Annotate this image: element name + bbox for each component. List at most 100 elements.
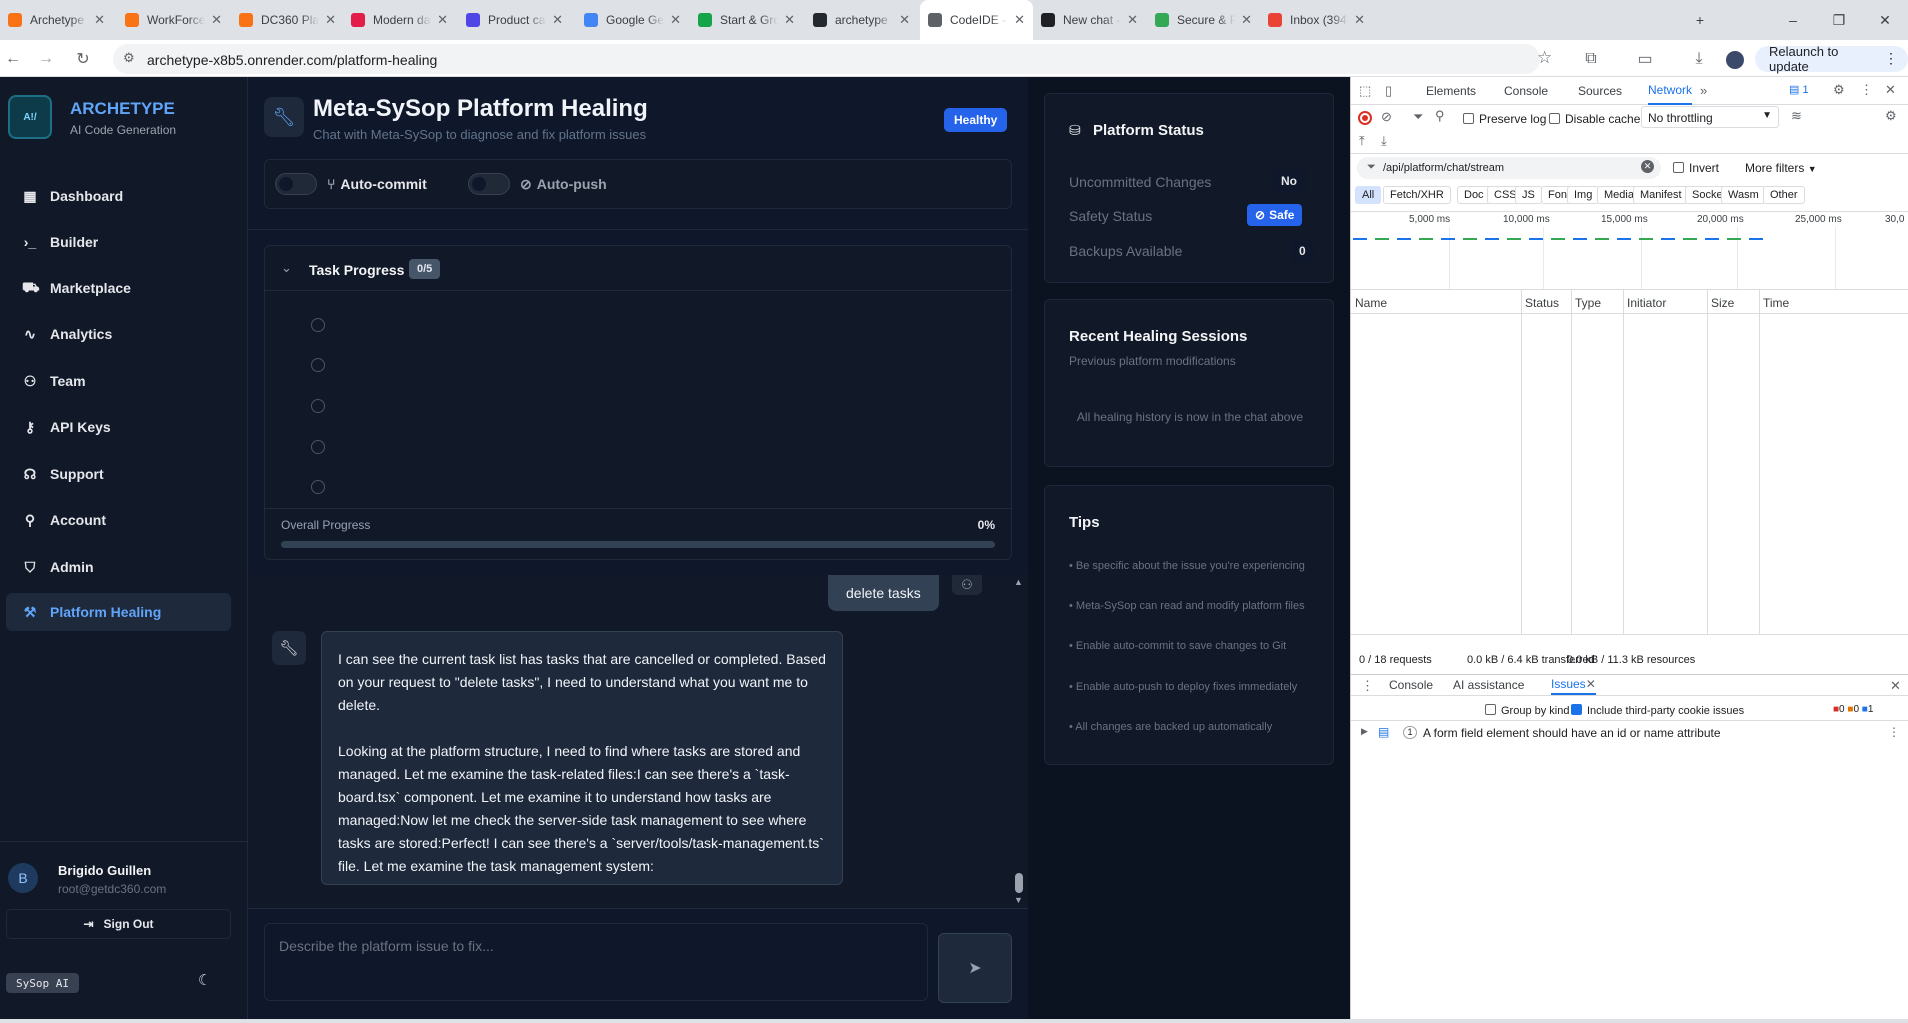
- type-filter-wasm[interactable]: Wasm: [1721, 186, 1766, 204]
- browser-tab[interactable]: WorkForceO ✕: [117, 0, 230, 40]
- type-filter-fetch-xhr[interactable]: Fetch/XHR: [1383, 186, 1451, 204]
- close-tab-icon[interactable]: ✕: [1586, 677, 1596, 691]
- download-icon[interactable]: ⤓: [1686, 46, 1712, 72]
- close-tab-icon[interactable]: ✕: [552, 12, 563, 28]
- more-tabs-icon[interactable]: »: [1700, 83, 1707, 98]
- close-window-icon[interactable]: ✕: [1862, 0, 1908, 40]
- issues-counter[interactable]: ▤ 1: [1789, 83, 1809, 96]
- sidebar-item-api-keys[interactable]: ⚷ API Keys: [6, 408, 231, 446]
- relaunch-button[interactable]: Relaunch to update ⋮: [1755, 44, 1908, 74]
- minimize-icon[interactable]: –: [1770, 0, 1816, 40]
- sidebar-item-builder[interactable]: ›_ Builder: [6, 223, 231, 261]
- forward-icon[interactable]: →: [33, 46, 59, 72]
- drawer-tab-issues[interactable]: Issues ✕: [1551, 675, 1596, 695]
- profile-avatar[interactable]: [1726, 51, 1744, 69]
- sidebar-item-dashboard[interactable]: ▦ Dashboard: [6, 177, 231, 215]
- close-drawer-icon[interactable]: ✕: [1890, 678, 1901, 694]
- close-tab-icon[interactable]: ✕: [325, 12, 336, 28]
- throttling-select[interactable]: No throttling ▼: [1641, 106, 1779, 128]
- type-filter-manifest[interactable]: Manifest: [1633, 186, 1689, 204]
- tab-elements[interactable]: Elements: [1426, 77, 1476, 105]
- browser-tab[interactable]: Secure & Pro ✕: [1147, 0, 1260, 40]
- clear-filter-icon[interactable]: ✕: [1641, 160, 1654, 173]
- drawer-tab-ai-assistance[interactable]: AI assistance: [1453, 675, 1524, 695]
- issue-row[interactable]: ▶ ▤ 1 A form field element should have a…: [1351, 721, 1908, 745]
- filter-icon[interactable]: ⏷: [1413, 109, 1423, 125]
- import-har-icon[interactable]: ⤒: [1359, 133, 1365, 149]
- drawer-tab-console[interactable]: Console: [1389, 675, 1433, 695]
- send-button[interactable]: ➤: [938, 933, 1012, 1003]
- site-info-icon[interactable]: ⚙: [123, 50, 135, 66]
- device-toolbar-icon[interactable]: ▯: [1385, 83, 1392, 99]
- network-settings-icon[interactable]: ⚙: [1885, 108, 1897, 124]
- browser-tab[interactable]: New chat - G ✕: [1033, 0, 1146, 40]
- browser-tab[interactable]: Inbox (394) - ✕: [1260, 0, 1373, 40]
- include-third-party-checkbox[interactable]: Include third-party cookie issues: [1571, 704, 1744, 717]
- type-filter-other[interactable]: Other: [1763, 186, 1805, 204]
- record-icon[interactable]: [1358, 111, 1372, 125]
- type-filter-all[interactable]: All: [1355, 186, 1382, 204]
- close-tab-icon[interactable]: ✕: [94, 12, 105, 28]
- tab-network[interactable]: Network: [1648, 77, 1693, 105]
- group-by-kind-checkbox[interactable]: Group by kind: [1485, 704, 1569, 717]
- close-tab-icon[interactable]: ✕: [1354, 12, 1365, 28]
- address-bar[interactable]: ⚙ archetype-x8b5.onrender.com/platform-h…: [113, 44, 1552, 74]
- clear-icon[interactable]: ⊘: [1381, 109, 1392, 125]
- restore-icon[interactable]: ❐: [1816, 0, 1862, 40]
- back-icon[interactable]: ←: [0, 46, 26, 72]
- browser-tab[interactable]: CodeIDE - Se ✕: [920, 0, 1033, 40]
- close-tab-icon[interactable]: ✕: [670, 12, 681, 28]
- cast-icon[interactable]: ▭: [1632, 46, 1658, 72]
- devtools-menu-icon[interactable]: ⋮: [1860, 82, 1873, 98]
- sidebar-item-marketplace[interactable]: ⛟ Marketplace: [6, 269, 231, 307]
- invert-checkbox[interactable]: Invert: [1673, 161, 1719, 175]
- issue-menu-icon[interactable]: ⋮: [1888, 725, 1900, 739]
- inspect-element-icon[interactable]: ⬚: [1359, 83, 1371, 99]
- preserve-log-checkbox[interactable]: Preserve log: [1463, 112, 1546, 126]
- disable-cache-checkbox[interactable]: Disable cache: [1549, 112, 1640, 126]
- sidebar-item-admin[interactable]: ⛉ Admin: [6, 548, 231, 586]
- sidebar-item-account[interactable]: ⚲ Account: [6, 501, 231, 539]
- export-har-icon[interactable]: ⤓: [1381, 133, 1387, 149]
- column-header-time[interactable]: Time: [1763, 296, 1789, 310]
- moon-icon[interactable]: ☾: [198, 971, 211, 989]
- chat-scroll-area[interactable]: delete tasks ⚇ 🔧︎ I can see the current …: [248, 575, 1028, 908]
- column-header-status[interactable]: Status: [1525, 296, 1559, 310]
- extensions-icon[interactable]: ⧉: [1578, 46, 1604, 72]
- bookmark-star-icon[interactable]: ☆: [1537, 48, 1552, 68]
- scroll-up-icon[interactable]: ▲: [1014, 577, 1023, 587]
- close-devtools-icon[interactable]: ✕: [1885, 82, 1896, 98]
- close-tab-icon[interactable]: ✕: [211, 12, 222, 28]
- close-tab-icon[interactable]: ✕: [899, 12, 910, 28]
- auto-push-toggle[interactable]: [468, 173, 510, 195]
- more-filters-dropdown[interactable]: More filters ▼: [1745, 161, 1817, 175]
- new-tab-icon[interactable]: +: [1680, 0, 1720, 40]
- browser-tab[interactable]: DC360 Platfc ✕: [231, 0, 344, 40]
- expand-icon[interactable]: ▶: [1361, 726, 1368, 737]
- close-tab-icon[interactable]: ✕: [1241, 12, 1252, 28]
- column-header-initiator[interactable]: Initiator: [1627, 296, 1666, 310]
- network-filter-input[interactable]: ⏷ /api/platform/chat/stream ✕: [1357, 157, 1661, 179]
- close-tab-icon[interactable]: ✕: [784, 12, 795, 28]
- sidebar-item-platform-healing[interactable]: ⚒ Platform Healing: [6, 593, 231, 631]
- sidebar-item-team[interactable]: ⚇ Team: [6, 362, 231, 400]
- sidebar-item-support[interactable]: ☊ Support: [6, 455, 231, 493]
- type-filter-doc[interactable]: Doc: [1457, 186, 1491, 204]
- type-filter-js[interactable]: JS: [1515, 186, 1542, 204]
- kebab-menu-icon[interactable]: ⋮: [1884, 50, 1898, 67]
- chevron-down-icon[interactable]: ⌄: [281, 260, 292, 276]
- column-header-type[interactable]: Type: [1575, 296, 1601, 310]
- close-tab-icon[interactable]: ✕: [1014, 12, 1025, 28]
- close-tab-icon[interactable]: ✕: [1127, 12, 1138, 28]
- chat-scrollbar[interactable]: ▲ ▼: [1014, 575, 1024, 908]
- issue-input[interactable]: Describe the platform issue to fix...: [264, 923, 928, 1001]
- search-icon[interactable]: ⚲: [1435, 108, 1445, 124]
- reload-icon[interactable]: ↻: [70, 46, 96, 72]
- browser-tab[interactable]: Product cata ✕: [458, 0, 571, 40]
- close-tab-icon[interactable]: ✕: [437, 12, 448, 28]
- settings-gear-icon[interactable]: ⚙: [1833, 82, 1845, 98]
- browser-tab[interactable]: Modern dasl ✕: [343, 0, 456, 40]
- browser-tab[interactable]: archetype - ✕: [805, 0, 918, 40]
- network-conditions-icon[interactable]: ≋: [1791, 108, 1802, 124]
- browser-tab[interactable]: Archetype - I ✕: [0, 0, 113, 40]
